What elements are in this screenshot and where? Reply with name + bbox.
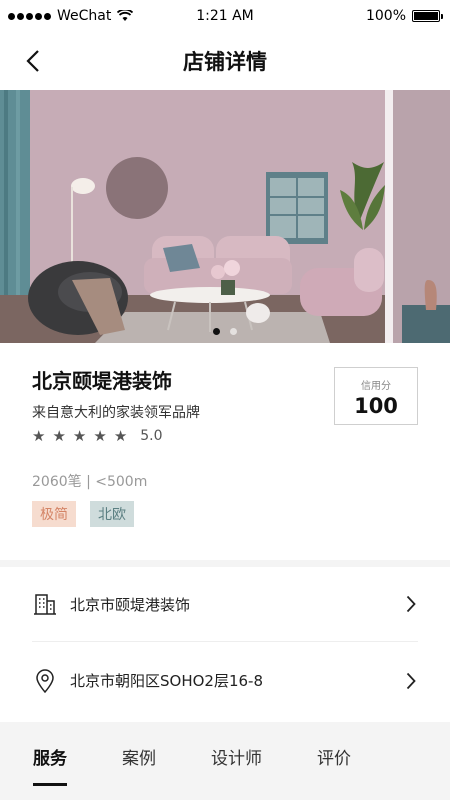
nav-bar: 店铺详情 <box>0 32 450 90</box>
chevron-left-icon <box>26 50 39 72</box>
tag-nordic: 北欧 <box>90 501 134 527</box>
credit-label: 信用分 <box>361 381 391 392</box>
chevron-right-icon <box>404 594 418 614</box>
carousel-dot-1[interactable] <box>213 328 220 335</box>
section-divider <box>0 560 450 567</box>
star-icon: ★ <box>113 427 128 445</box>
location-pin-icon <box>32 668 58 694</box>
carousel-dot-2[interactable] <box>230 328 237 335</box>
style-tags: 极简 北欧 <box>32 501 134 527</box>
status-right: 100% <box>365 8 443 24</box>
building-icon <box>32 591 58 617</box>
shop-rating: ★ ★ ★ ★ ★ 5.0 <box>32 427 163 445</box>
detail-tabs: 服务 案例 设计师 评价 <box>0 722 450 800</box>
shop-meta: 2060笔 | <500m <box>32 474 148 490</box>
shop-info: 北京颐堤港装饰 来自意大利的家装领军品牌 ★ ★ ★ ★ ★ 5.0 2060笔… <box>0 343 450 560</box>
tab-cases[interactable]: 案例 <box>122 722 156 790</box>
chevron-right-icon <box>404 671 418 691</box>
star-icon: ★ <box>93 427 107 445</box>
shop-name: 北京颐堤港装饰 <box>32 369 172 393</box>
rating-score: 5.0 <box>140 428 163 444</box>
tab-reviews[interactable]: 评价 <box>317 722 351 790</box>
battery-label: 100% <box>365 8 406 24</box>
tab-designers[interactable]: 设计师 <box>211 722 262 790</box>
page-title: 店铺详情 <box>183 50 267 74</box>
status-bar: WeChat 1:21 AM 100% <box>0 0 450 32</box>
shop-company-label: 北京市颐堤港装饰 <box>70 595 191 614</box>
star-icon: ★ <box>32 427 46 445</box>
tag-minimal: 极简 <box>32 501 76 527</box>
shop-address-row[interactable]: 北京市朝阳区SOHO2层16-8 <box>32 643 418 718</box>
star-icon: ★ <box>52 427 66 445</box>
shop-slogan: 来自意大利的家装领军品牌 <box>32 405 200 421</box>
credit-value: 100 <box>354 394 398 418</box>
carousel-indicators <box>0 328 450 335</box>
tab-service[interactable]: 服务 <box>33 722 67 790</box>
star-icon: ★ <box>72 427 87 445</box>
hero-image <box>0 90 450 343</box>
battery-icon <box>412 10 443 22</box>
hero-carousel[interactable] <box>0 90 450 343</box>
shop-company-row[interactable]: 北京市颐堤港装饰 <box>32 567 418 642</box>
credit-score-box: 信用分 100 <box>334 367 418 425</box>
back-button[interactable] <box>18 46 48 76</box>
shop-address-label: 北京市朝阳区SOHO2层16-8 <box>70 672 264 690</box>
